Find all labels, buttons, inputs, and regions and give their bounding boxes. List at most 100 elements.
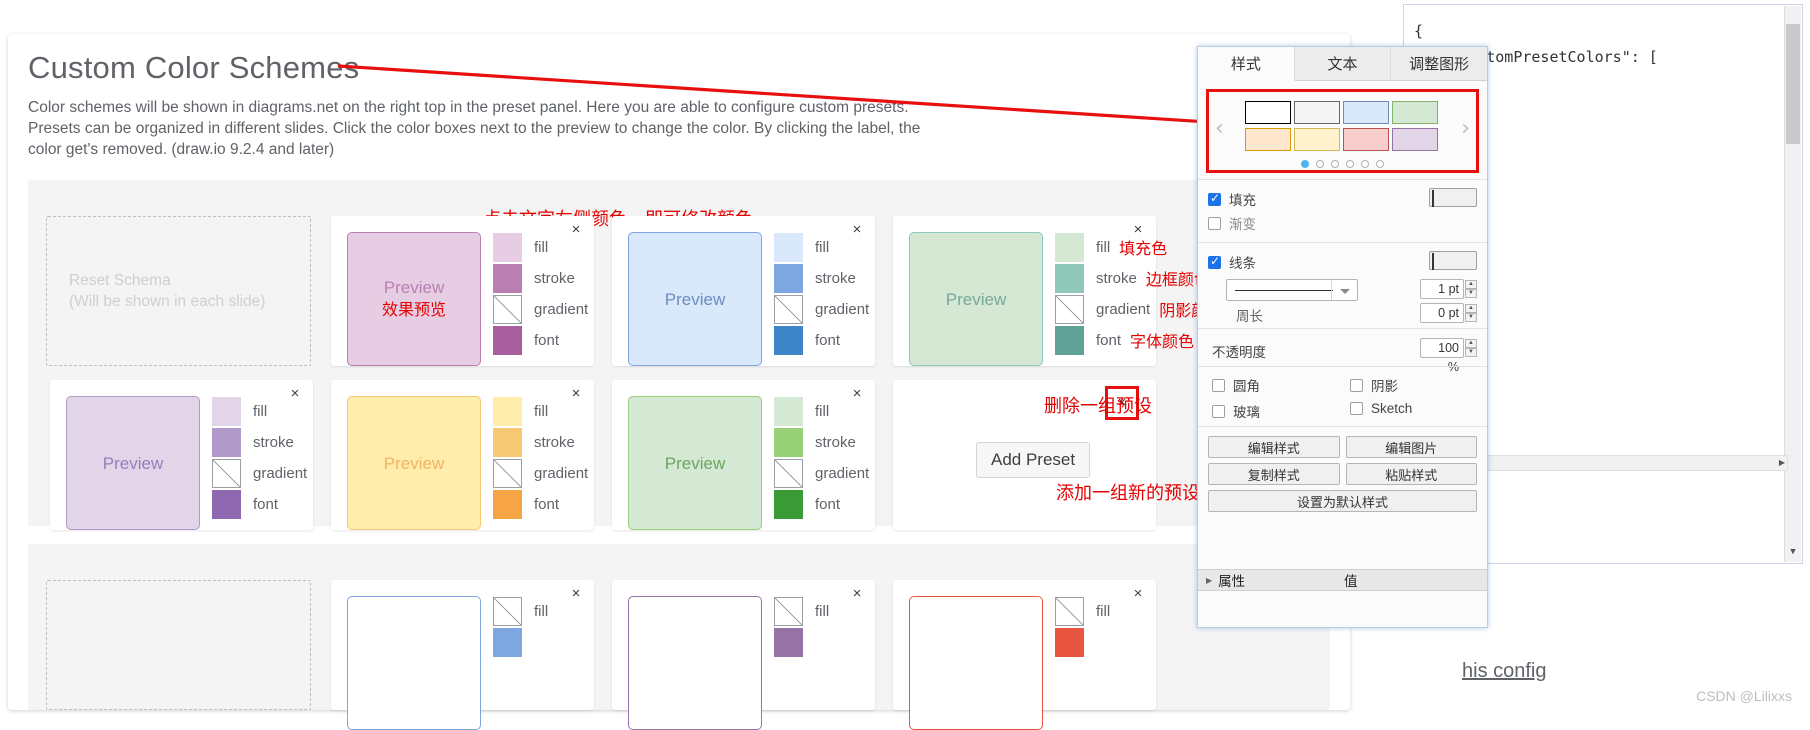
copy-style-button[interactable]: 复制样式 — [1208, 463, 1340, 485]
preset-row-stroke[interactable]: stroke — [493, 427, 588, 457]
preset-row-fill[interactable]: fill — [774, 596, 829, 626]
font-color-chip[interactable] — [774, 489, 803, 519]
preset-row-font[interactable]: font — [212, 489, 307, 519]
scrollbar-thumb[interactable] — [1786, 24, 1800, 144]
preset-close-icon[interactable]: × — [568, 586, 584, 602]
opacity-stepper[interactable]: 100 % ▲ ▼ — [1420, 338, 1477, 374]
fill-color-chip[interactable] — [774, 232, 803, 262]
fill-color-chip[interactable] — [774, 596, 803, 626]
preset-row-gradient[interactable]: gradient — [493, 294, 588, 324]
stroke-color-chip[interactable] — [774, 627, 803, 657]
expand-triangle-icon[interactable]: ▶ — [1206, 576, 1212, 585]
preset-swatch[interactable] — [1391, 128, 1438, 151]
preset-row-fill[interactable]: fill — [212, 396, 307, 426]
fill-color-chip[interactable] — [493, 232, 522, 262]
shadow-checkbox[interactable] — [1350, 378, 1363, 392]
preset-row-fill[interactable]: fill — [774, 232, 869, 262]
tab-text[interactable]: 文本 — [1294, 47, 1392, 80]
tab-arrange[interactable]: 调整图形 — [1391, 47, 1488, 80]
font-color-chip[interactable] — [493, 489, 522, 519]
font-color-chip[interactable] — [493, 325, 522, 355]
preset-row-font[interactable]: font — [493, 325, 588, 355]
preset-row-fill[interactable]: fill — [1055, 596, 1110, 626]
set-default-style-button[interactable]: 设置为默认样式 — [1208, 490, 1477, 512]
preset-swatch[interactable] — [1293, 101, 1340, 124]
row-label[interactable]: fill — [815, 403, 829, 420]
fill-color-button[interactable] — [1429, 188, 1477, 207]
preset-row-gradient[interactable]: gradient — [774, 458, 869, 488]
tab-style[interactable]: 样式 — [1198, 47, 1295, 81]
page-dot[interactable] — [1346, 160, 1354, 168]
preset-swatch[interactable] — [1342, 101, 1389, 124]
preset-row-font[interactable]: font — [774, 325, 869, 355]
preset-close-icon[interactable]: × — [1130, 586, 1146, 602]
row-label[interactable]: font — [815, 332, 840, 349]
preset-preview[interactable]: Preview — [66, 396, 200, 530]
stepper-up-icon[interactable]: ▲ — [1465, 339, 1477, 348]
his-config-link[interactable]: his config — [1462, 660, 1547, 683]
stepper-up-icon[interactable]: ▲ — [1465, 304, 1477, 313]
paste-style-button[interactable]: 粘贴样式 — [1345, 463, 1477, 485]
opacity-arrows[interactable]: ▲ ▼ — [1465, 339, 1477, 357]
stroke-color-chip[interactable] — [493, 263, 522, 293]
rounded-row[interactable]: 圆角 — [1212, 375, 1260, 395]
fill-color-chip[interactable] — [212, 396, 241, 426]
preset-row-stroke[interactable] — [493, 627, 548, 657]
glass-checkbox[interactable] — [1212, 404, 1225, 418]
preset-row-fill[interactable]: fill — [493, 396, 588, 426]
scroll-right-icon[interactable]: ▶ — [1779, 458, 1785, 468]
stepper-down-icon[interactable]: ▼ — [1465, 289, 1477, 298]
row-label[interactable]: gradient — [815, 465, 869, 482]
row-label[interactable]: font — [815, 496, 840, 513]
preset-row-stroke[interactable]: stroke — [774, 263, 869, 293]
stroke-color-chip[interactable] — [493, 627, 522, 657]
preset-preview[interactable]: Preview — [628, 232, 762, 366]
preset-row-gradient[interactable]: gradient — [493, 458, 588, 488]
preset-preview[interactable]: Preview — [909, 232, 1043, 366]
preset-row-gradient[interactable]: gradient — [212, 458, 307, 488]
stroke-color-chip[interactable] — [1055, 627, 1084, 657]
row-label[interactable]: gradient — [1096, 301, 1150, 318]
line-width-value[interactable]: 1 pt — [1420, 279, 1464, 299]
stroke-color-chip[interactable] — [493, 427, 522, 457]
row-label[interactable]: font — [253, 496, 278, 513]
glass-row[interactable]: 玻璃 — [1212, 401, 1260, 421]
reset-schema-box[interactable]: Reset Schema (Will be shown in each slid… — [46, 216, 311, 366]
gradient-color-chip[interactable] — [493, 458, 522, 488]
sketch-checkbox[interactable] — [1350, 402, 1363, 415]
code-pane-scrollbar[interactable]: ▲ ▼ — [1784, 6, 1801, 562]
row-label[interactable]: font — [1096, 332, 1121, 349]
preset-row-stroke[interactable]: stroke — [493, 263, 588, 293]
page-dot[interactable] — [1316, 160, 1324, 168]
preset-row-stroke[interactable] — [1055, 627, 1110, 657]
row-label[interactable]: stroke — [815, 270, 856, 287]
preset-row-fill[interactable]: fill — [493, 596, 548, 626]
preset-row-gradient[interactable]: gradient — [774, 294, 869, 324]
preset-row-fill[interactable]: fill — [493, 232, 588, 262]
preset-strip-next-icon[interactable]: › — [1461, 116, 1470, 141]
preset-close-icon[interactable]: × — [849, 586, 865, 602]
line-checkbox[interactable] — [1208, 254, 1221, 269]
row-label[interactable]: stroke — [253, 434, 294, 451]
stroke-color-chip[interactable] — [212, 427, 241, 457]
preset-row-stroke[interactable]: stroke — [212, 427, 307, 457]
stepper-down-icon[interactable]: ▼ — [1465, 313, 1477, 322]
preset-preview[interactable]: Preview 效果预览 — [347, 232, 481, 366]
page-dot[interactable] — [1301, 160, 1309, 168]
fill-color-chip[interactable] — [493, 396, 522, 426]
preset-row-font[interactable]: font — [493, 489, 588, 519]
row-label[interactable]: font — [534, 332, 559, 349]
row-label[interactable]: fill — [534, 239, 548, 256]
fill-color-chip[interactable] — [1055, 232, 1084, 262]
row-label[interactable]: fill — [534, 603, 548, 620]
font-color-chip[interactable] — [774, 325, 803, 355]
row-label[interactable]: fill — [253, 403, 267, 420]
gradient-color-chip[interactable] — [212, 458, 241, 488]
stepper-up-icon[interactable]: ▲ — [1465, 280, 1477, 289]
page-dot[interactable] — [1376, 160, 1384, 168]
font-color-chip[interactable] — [212, 489, 241, 519]
preset-swatch[interactable] — [1391, 101, 1438, 124]
line-style-select[interactable] — [1226, 279, 1358, 301]
preset-preview[interactable]: Preview — [347, 396, 481, 530]
stroke-color-chip[interactable] — [1055, 263, 1084, 293]
